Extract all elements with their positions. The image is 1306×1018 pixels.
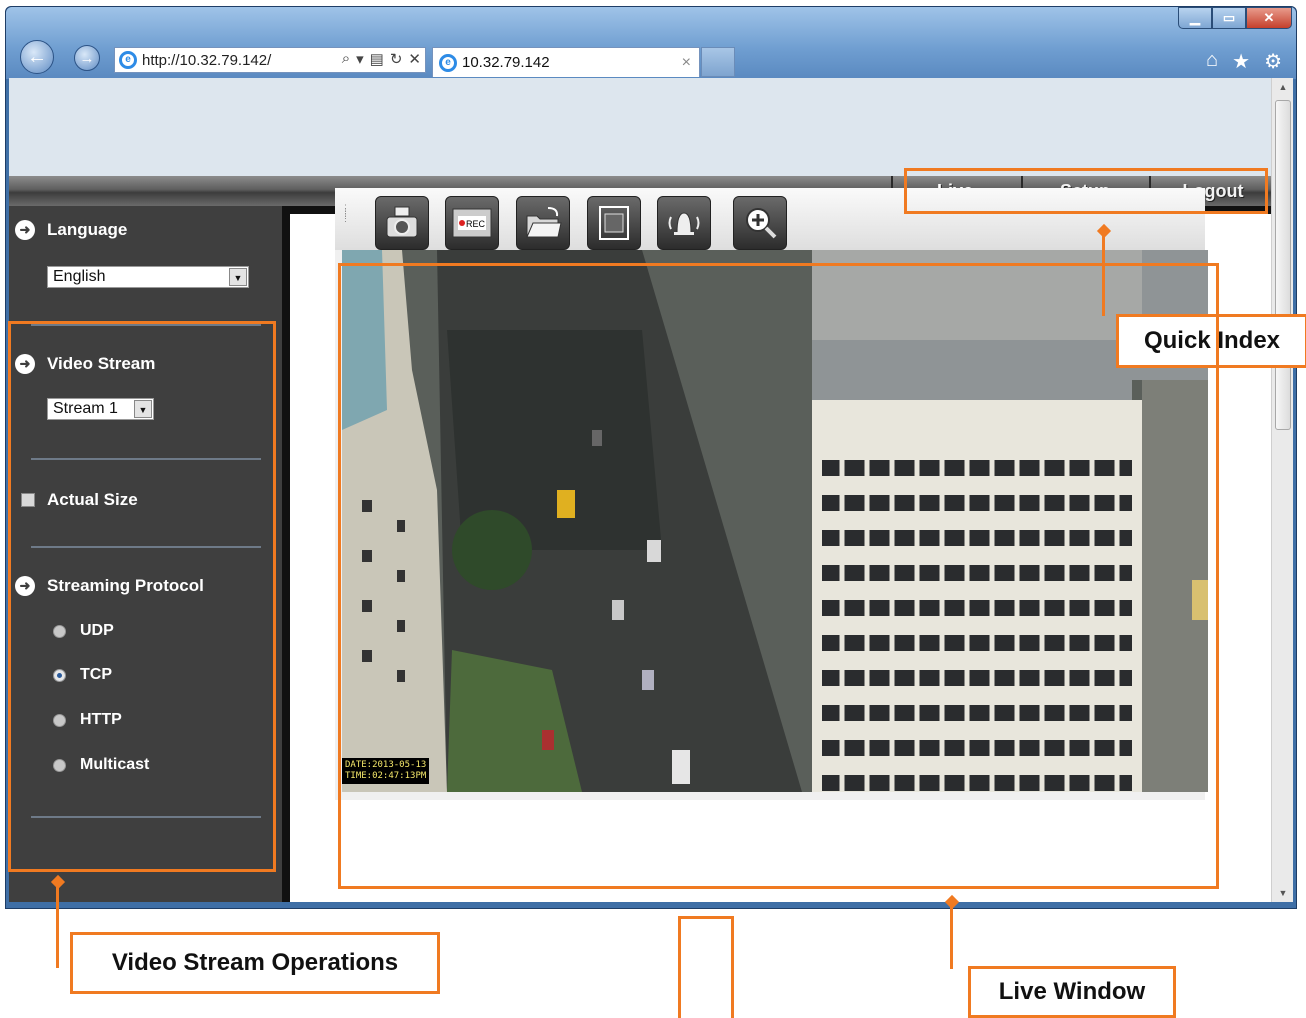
snapshot-camera-icon[interactable] (375, 196, 429, 250)
camera-glyph (386, 206, 418, 238)
forward-arrow-icon[interactable]: → (74, 45, 100, 71)
live-window-highlight (338, 263, 1219, 889)
ie-logo-icon: e (119, 51, 137, 69)
dropdown-icon[interactable]: ▾ (356, 50, 364, 68)
new-tab-button[interactable] (701, 47, 735, 77)
minimize-icon[interactable]: ▁ (1178, 7, 1212, 29)
record-icon[interactable]: REC (445, 196, 499, 250)
favorites-star-icon[interactable]: ★ (1232, 49, 1250, 74)
home-icon[interactable]: ⌂ (1206, 49, 1218, 74)
fullscreen-glyph (599, 206, 629, 240)
page-header (9, 78, 1271, 176)
ie-logo-icon: e (439, 53, 457, 72)
browser-titlebar: ▁ ▭ ✕ ← → e http://10.32.79.142/ ⌕ ▾ ▤ ↻… (6, 7, 1296, 79)
zoom-glyph (746, 208, 777, 239)
live-window-label: Live Window (968, 966, 1176, 1018)
dropdown-arrow-icon[interactable]: ▼ (229, 268, 247, 286)
window-controls: ▁ ▭ ✕ (1178, 7, 1292, 29)
alarm-bell-icon[interactable] (657, 196, 711, 250)
fullscreen-icon[interactable] (587, 196, 641, 250)
compatibility-icon[interactable]: ▤ (370, 50, 384, 68)
video-stream-operations-highlight (8, 321, 276, 872)
language-heading: ➜ Language (15, 220, 127, 240)
language-value: English (53, 268, 106, 285)
language-select[interactable]: English ▼ (47, 266, 249, 288)
bell-glyph (668, 212, 700, 235)
decorative-bracket (678, 916, 734, 1018)
tab-close-icon[interactable]: × (682, 54, 691, 72)
record-glyph: REC (452, 208, 492, 238)
browser-tab[interactable]: e 10.32.79.142 × (432, 47, 700, 77)
scroll-up-icon[interactable]: ▲ (1272, 78, 1294, 96)
settings-gear-icon[interactable]: ⚙ (1264, 49, 1282, 74)
toolbar-grip-icon[interactable]: ⋮ ⋮ ⋮ (341, 204, 350, 223)
browser-toolbar-icons: ⌂ ★ ⚙ (1206, 49, 1282, 74)
scroll-down-icon[interactable]: ▼ (1272, 884, 1294, 902)
back-arrow-icon[interactable]: ← (20, 40, 54, 74)
language-label: Language (47, 220, 128, 239)
close-icon[interactable]: ✕ (1246, 7, 1292, 29)
vertical-scrollbar[interactable]: ▲ ▼ (1271, 78, 1293, 902)
scroll-thumb[interactable] (1275, 100, 1291, 430)
arrow-right-icon: ➜ (15, 220, 35, 240)
rec-text: REC (466, 219, 486, 229)
tab-title: 10.32.79.142 (462, 54, 550, 71)
address-bar[interactable]: e http://10.32.79.142/ ⌕ ▾ ▤ ↻ ✕ (114, 47, 426, 73)
stop-icon[interactable]: ✕ (408, 50, 421, 68)
live-window-connector (950, 903, 953, 969)
refresh-icon[interactable]: ↻ (390, 50, 403, 68)
video-stream-operations-connector (56, 882, 59, 968)
maximize-icon[interactable]: ▭ (1212, 7, 1246, 29)
address-tools: ⌕ ▾ ▤ ↻ ✕ (342, 50, 421, 68)
video-stream-operations-label: Video Stream Operations (70, 932, 440, 994)
address-url: http://10.32.79.142/ (142, 51, 272, 69)
search-icon[interactable]: ⌕ (342, 50, 350, 68)
quick-index-highlight (904, 168, 1268, 214)
folder-icon[interactable] (516, 196, 570, 250)
zoom-in-icon[interactable] (733, 196, 787, 250)
folder-glyph (526, 207, 562, 238)
